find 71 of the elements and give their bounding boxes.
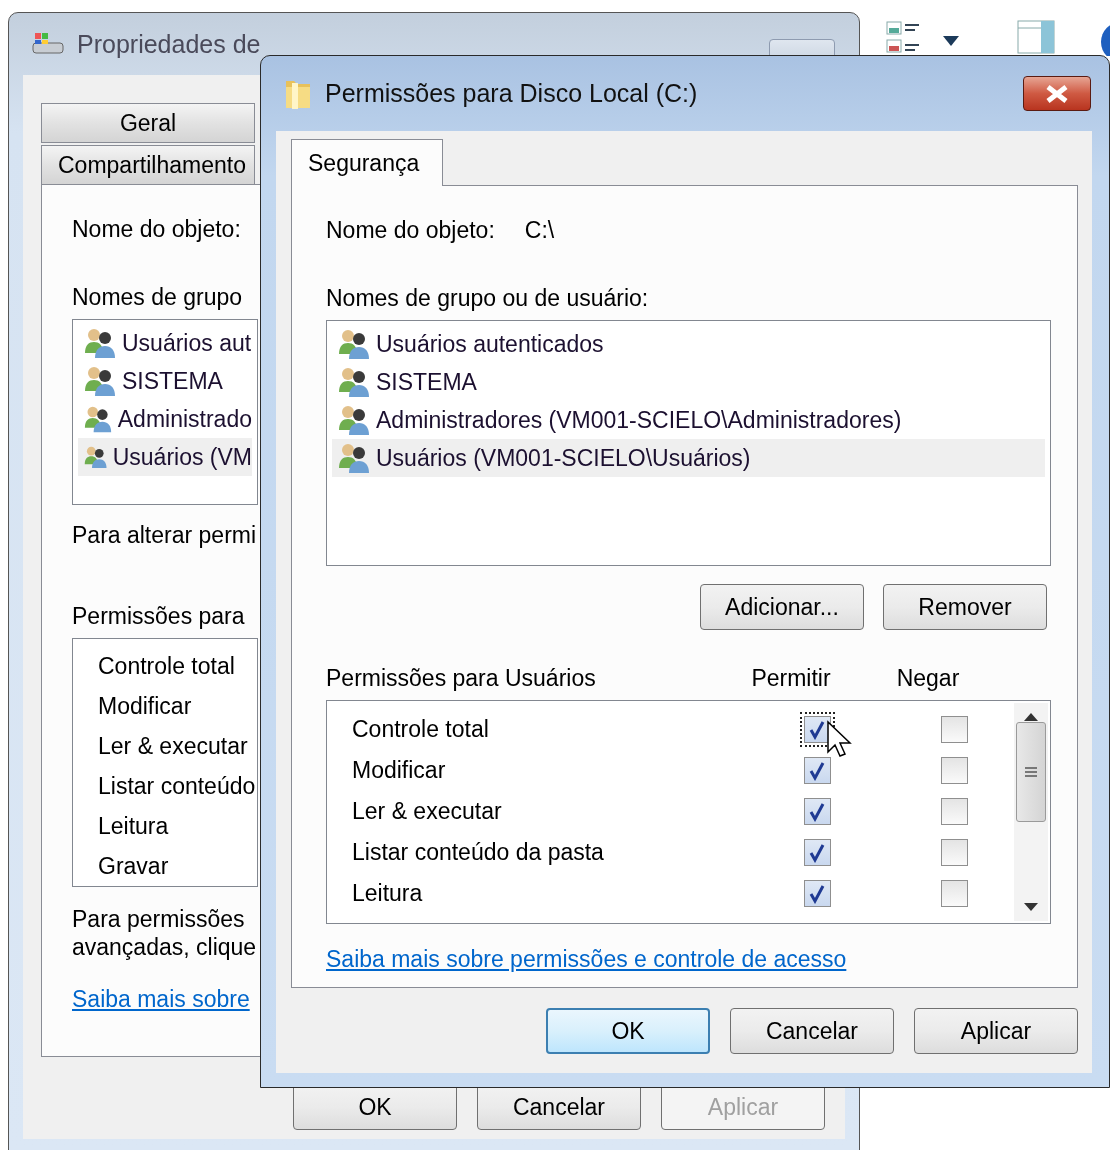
learn-more-link[interactable]: Saiba mais sobre permissões e controle de acesso: [326, 946, 847, 973]
scroll-down-icon[interactable]: [1024, 903, 1038, 911]
dropdown-arrow-icon[interactable]: [943, 36, 959, 46]
group-label: Nomes de grupo: [72, 283, 244, 311]
check-icon: [807, 883, 827, 904]
scrollbar[interactable]: [1014, 703, 1048, 921]
check-icon: [807, 760, 827, 781]
permissions-label: Permissões para: [72, 602, 246, 630]
permission-name: Gravar: [98, 851, 170, 881]
deny-checkbox[interactable]: [938, 796, 970, 827]
tab[interactable]: Compartilhamento: [41, 145, 255, 185]
list-button[interactable]: Remover: [883, 584, 1047, 630]
close-icon: [1044, 83, 1070, 104]
deny-checkbox[interactable]: [938, 878, 970, 909]
allow-checkbox[interactable]: [801, 878, 833, 909]
column-header: Permitir: [750, 664, 832, 692]
permission-name: Modificar: [98, 692, 193, 722]
deny-checkbox[interactable]: [938, 714, 970, 745]
check-icon: [807, 719, 827, 740]
permission-name: Listar conteúdo da pasta: [352, 839, 605, 866]
user-item[interactable]: Administradores (VM001-SCIELO\Administradores): [332, 401, 1045, 439]
tab[interactable]: Geral: [41, 103, 255, 143]
permission-name: Leitura: [98, 811, 170, 841]
grip-icon: [1024, 766, 1038, 778]
change-hint: Para alterar permi: [72, 521, 258, 549]
check-icon: [807, 842, 827, 863]
allow-checkbox[interactable]: [801, 796, 833, 827]
dialog-button[interactable]: OK: [546, 1008, 710, 1054]
user-item[interactable]: Usuários autenticados: [332, 325, 1045, 363]
drive-icon: [31, 31, 65, 57]
list-button[interactable]: Adicionar...: [700, 584, 864, 630]
users-icon: [84, 365, 118, 397]
permission-name: Controle total: [98, 652, 236, 682]
users-icon: [338, 404, 372, 436]
permission-name: Leitura: [352, 880, 424, 907]
tab[interactable]: Segurança: [291, 139, 443, 186]
deny-checkbox[interactable]: [938, 837, 970, 868]
column-header: Negar: [895, 664, 961, 692]
permission-name: Modificar: [352, 757, 447, 784]
window-title: Propriedades de: [77, 29, 261, 59]
dialog-title: Permissões para Disco Local (C:): [325, 79, 698, 108]
permission-name: Ler & executar: [352, 798, 503, 825]
users-icon: [338, 442, 372, 474]
users-icon: [338, 366, 372, 398]
group-label: Nomes de grupo ou de usuário:: [326, 284, 650, 312]
user-item[interactable]: SISTEMA: [332, 363, 1045, 401]
user-item[interactable]: Usuários (VM: [78, 438, 252, 476]
deny-checkbox[interactable]: [938, 755, 970, 786]
user-item[interactable]: Usuários aut: [78, 324, 252, 362]
user-item[interactable]: Administrado: [78, 400, 252, 438]
user-item[interactable]: Usuários (VM001-SCIELO\Usuários): [332, 439, 1045, 477]
allow-checkbox[interactable]: [801, 755, 833, 786]
object-name-label: Nome do objeto:: [72, 215, 242, 243]
dialog-button[interactable]: Aplicar: [914, 1008, 1078, 1054]
mouse-pointer-icon: [826, 720, 852, 760]
object-name-label: Nome do objeto:: [326, 216, 495, 244]
permissions-label: Permissões para Usuários: [326, 664, 597, 692]
learn-more-link[interactable]: Saiba mais sobre: [72, 986, 250, 1013]
check-icon: [807, 801, 827, 822]
permission-name: Listar conteúdo: [98, 771, 257, 801]
close-button[interactable]: [1023, 76, 1091, 111]
permission-name: Controle total: [352, 716, 490, 743]
users-icon: [338, 328, 372, 360]
user-item[interactable]: SISTEMA: [78, 362, 252, 400]
advanced-hint: Para permissões avançadas, clique: [72, 905, 258, 961]
users-icon: [84, 327, 118, 359]
allow-checkbox[interactable]: [801, 714, 833, 745]
dialog-button[interactable]: Cancelar: [730, 1008, 894, 1054]
allow-checkbox[interactable]: [801, 837, 833, 868]
permission-name: Ler & executar: [98, 732, 249, 762]
object-name: C:\: [524, 216, 555, 244]
